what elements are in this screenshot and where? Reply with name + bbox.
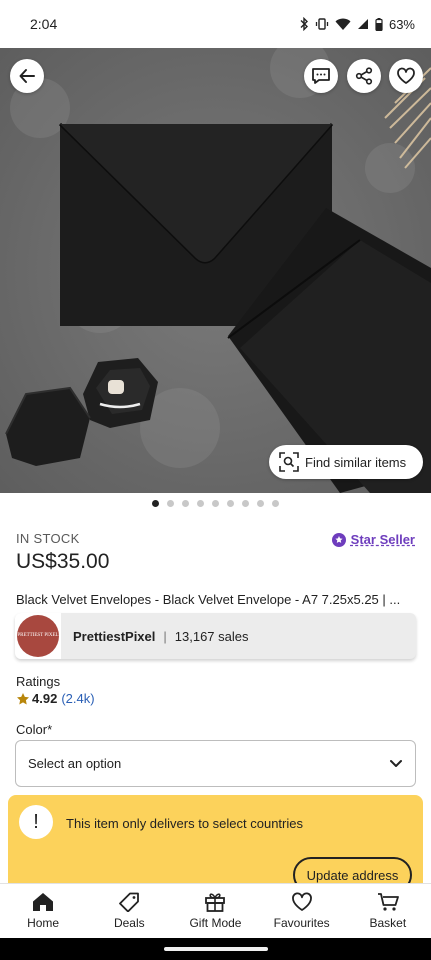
nav-gift-mode-label: Gift Mode bbox=[189, 916, 242, 930]
heart-icon bbox=[397, 67, 415, 84]
carousel-dot[interactable] bbox=[152, 500, 159, 507]
product-price: US$35.00 bbox=[16, 550, 110, 573]
arrow-left-icon bbox=[19, 69, 35, 83]
status-icons: 63% bbox=[299, 17, 415, 32]
nav-gift-mode[interactable]: Gift Mode bbox=[175, 892, 255, 930]
shop-avatar: PRETTIEST PIXEL bbox=[15, 613, 61, 659]
chevron-down-icon bbox=[390, 760, 402, 767]
carousel-dot[interactable] bbox=[197, 500, 204, 507]
shop-name: PrettiestPixel bbox=[73, 628, 156, 644]
back-button[interactable] bbox=[10, 59, 44, 93]
share-button[interactable] bbox=[347, 59, 381, 93]
carousel-dot[interactable] bbox=[227, 500, 234, 507]
carousel-indicator bbox=[0, 500, 431, 507]
carousel-dot[interactable] bbox=[182, 500, 189, 507]
tag-icon bbox=[119, 892, 140, 912]
nav-favourites[interactable]: Favourites bbox=[262, 892, 342, 930]
visual-search-icon bbox=[279, 452, 299, 472]
nav-deals[interactable]: Deals bbox=[89, 892, 169, 930]
rating-score: 4.92 bbox=[32, 691, 58, 706]
product-photo bbox=[0, 48, 431, 493]
carousel-dot[interactable] bbox=[272, 500, 279, 507]
bluetooth-icon bbox=[300, 17, 308, 31]
status-bar: 2:04 63% bbox=[0, 0, 431, 48]
status-time: 2:04 bbox=[30, 16, 58, 32]
carousel-dot[interactable] bbox=[257, 500, 264, 507]
gift-icon bbox=[205, 893, 226, 912]
stock-status: IN STOCK bbox=[16, 531, 80, 546]
nav-basket-label: Basket bbox=[369, 916, 407, 930]
message-seller-button[interactable] bbox=[304, 59, 338, 93]
product-image-carousel[interactable]: Find similar items bbox=[0, 48, 431, 493]
battery-level: 63% bbox=[388, 16, 415, 32]
color-select[interactable]: Select an option bbox=[15, 740, 416, 787]
shop-card[interactable]: PRETTIEST PIXEL PrettiestPixel | 13,167 … bbox=[15, 613, 416, 659]
vibrate-icon bbox=[315, 18, 329, 30]
ratings-label: Ratings bbox=[16, 674, 61, 689]
wifi-icon bbox=[335, 18, 351, 30]
find-similar-label: Find similar items bbox=[305, 454, 407, 470]
product-title: Black Velvet Envelopes - Black Velvet En… bbox=[16, 592, 401, 607]
color-label: Color* bbox=[16, 722, 53, 737]
nav-deals-label: Deals bbox=[113, 916, 145, 930]
alert-icon: ! bbox=[19, 805, 53, 839]
nav-favourites-label: Favourites bbox=[273, 916, 330, 930]
home-icon bbox=[33, 893, 54, 911]
star-seller-icon bbox=[331, 532, 346, 547]
favourite-button[interactable] bbox=[389, 59, 423, 93]
carousel-dot[interactable] bbox=[242, 500, 249, 507]
carousel-dot[interactable] bbox=[167, 500, 174, 507]
star-seller-label: Star Seller bbox=[350, 532, 415, 547]
chat-icon bbox=[312, 68, 330, 84]
delivery-notice: ! This item only delivers to select coun… bbox=[8, 795, 423, 895]
nav-basket[interactable]: Basket bbox=[348, 892, 428, 930]
battery-icon bbox=[375, 17, 383, 31]
delivery-notice-message: This item only delivers to select countr… bbox=[66, 816, 303, 831]
ratings-row[interactable]: 4.92 (2.4k) bbox=[16, 691, 95, 706]
color-select-value: Select an option bbox=[28, 756, 122, 771]
nav-home-label: Home bbox=[27, 916, 60, 930]
star-icon bbox=[17, 692, 29, 704]
system-gesture-bar bbox=[0, 938, 431, 960]
basket-icon bbox=[377, 893, 399, 911]
shop-separator: | bbox=[163, 628, 167, 644]
bottom-nav: Home Deals Gift Mode Favourites Basket bbox=[0, 883, 431, 938]
home-gesture-handle[interactable] bbox=[164, 947, 268, 951]
find-similar-button[interactable]: Find similar items bbox=[269, 445, 423, 479]
share-icon bbox=[355, 67, 373, 85]
shop-logo: PRETTIEST PIXEL bbox=[17, 615, 59, 657]
heart-icon bbox=[291, 892, 312, 911]
shop-sales: 13,167 sales bbox=[174, 628, 249, 644]
rating-count[interactable]: (2.4k) bbox=[61, 691, 94, 706]
star-seller-badge[interactable]: Star Seller bbox=[331, 532, 415, 547]
signal-icon bbox=[357, 19, 368, 29]
carousel-dot[interactable] bbox=[212, 500, 219, 507]
nav-home[interactable]: Home bbox=[3, 892, 83, 930]
